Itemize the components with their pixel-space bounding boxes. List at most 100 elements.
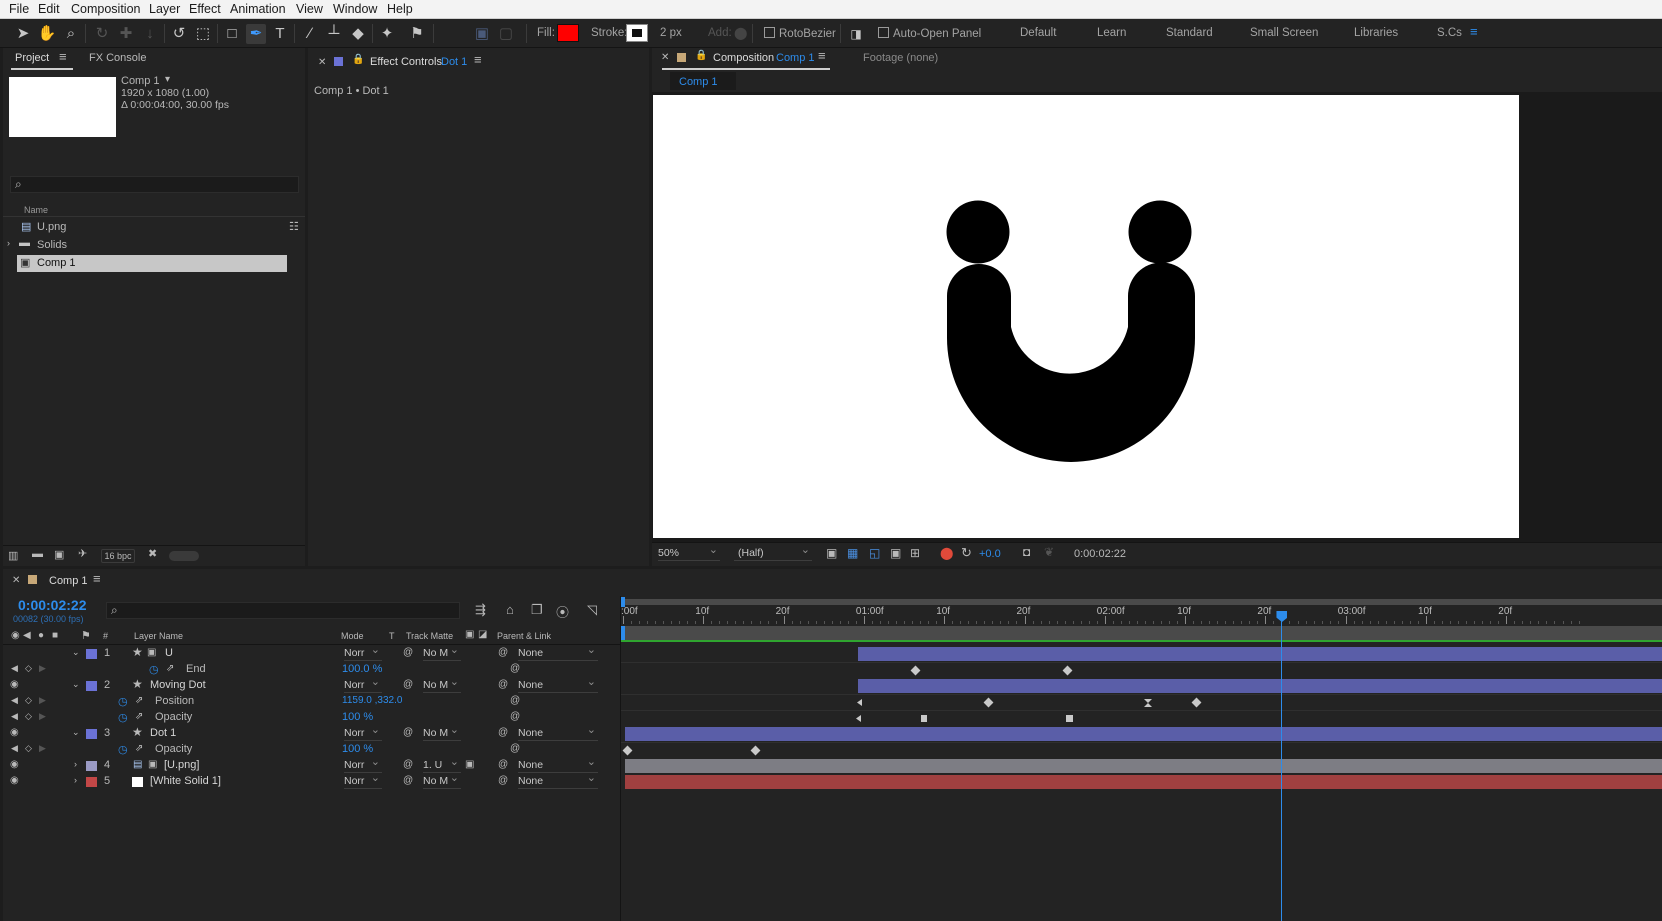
track-matte-dropdown[interactable]: No M	[423, 771, 461, 789]
track-matte-dropdown[interactable]: No M	[423, 675, 461, 693]
lock-icon[interactable]: 🔒	[352, 54, 364, 65]
matte-pickwhip-icon[interactable]: @	[403, 775, 413, 786]
expression-pickwhip-icon[interactable]: @	[510, 711, 520, 722]
keyframe[interactable]	[856, 715, 861, 722]
layer-duration-bar[interactable]	[625, 775, 1662, 789]
keyframe[interactable]	[1062, 665, 1073, 676]
prev-keyframe-icon[interactable]: ◀	[11, 711, 18, 722]
matte-pickwhip-icon[interactable]: @	[403, 759, 413, 770]
grid-guides-icon[interactable]: ⊞	[910, 546, 920, 560]
comp-mini-flowchart-icon[interactable]: ⇶	[475, 602, 486, 618]
expression-pickwhip-icon[interactable]: @	[510, 695, 520, 706]
region-of-interest-icon[interactable]: ▣	[890, 546, 901, 560]
zoom-tool-icon[interactable]: ⌕	[61, 24, 81, 44]
stroke-label[interactable]: Stroke:	[591, 27, 627, 39]
tab-fx-console[interactable]: FX Console	[89, 52, 146, 64]
visibility-eye-icon[interactable]: ◉	[10, 727, 19, 738]
keyframe[interactable]	[983, 697, 994, 708]
property-value[interactable]: 1159.0 ,332.0	[342, 695, 402, 706]
trash-icon[interactable]: ✖	[148, 547, 157, 560]
footage-tab[interactable]: Footage (none)	[863, 52, 938, 64]
roto-brush-tool-icon[interactable]: ✦	[377, 24, 397, 44]
effect-controls-layer[interactable]: Dot 1	[441, 56, 467, 68]
add-keyframe-icon[interactable]: ◇	[25, 695, 32, 706]
layer-row[interactable]: ◉ ⌄ 3 ★ Dot 1 Norr @ No M @ None	[3, 723, 623, 742]
label-tag-icon[interactable]: ⚑	[81, 629, 91, 642]
show-snapshot-icon[interactable]: ❦	[1044, 545, 1054, 559]
time-graph[interactable]: :00f 10f 20f 01:00f 10f 20f 02:00f 10f 20f 03:00f…	[620, 596, 1662, 921]
keyframe[interactable]	[910, 665, 921, 676]
menu-window[interactable]: Window	[333, 2, 377, 16]
visibility-eye-icon[interactable]: ◉	[10, 775, 19, 786]
composition-tab-name[interactable]: Comp 1	[776, 52, 815, 64]
property-value[interactable]: 100 %	[342, 711, 373, 723]
property-value[interactable]: 100 %	[342, 743, 373, 755]
keyframe[interactable]	[1191, 697, 1202, 708]
next-keyframe-icon[interactable]: ▶	[39, 743, 46, 754]
timeline-tab[interactable]: Comp 1	[49, 575, 88, 587]
workspace-active[interactable]: S.Cs	[1437, 27, 1462, 39]
fill-label[interactable]: Fill:	[537, 27, 555, 39]
expression-pickwhip-icon[interactable]: @	[510, 743, 520, 754]
add-keyframe-icon[interactable]: ◇	[25, 711, 32, 722]
layer-name[interactable]: [White Solid 1]	[150, 775, 221, 787]
interpret-footage-icon[interactable]: ▥	[8, 549, 18, 562]
channel-icon[interactable]: ⬤	[940, 546, 953, 560]
brush-tool-icon[interactable]: ∕	[300, 24, 320, 44]
layer-duration-bar[interactable]	[858, 679, 1662, 693]
matte-icon[interactable]: ▣	[465, 759, 474, 770]
timeline-current-time[interactable]: 0:00:02:22	[18, 597, 87, 613]
layer-duration-bar[interactable]	[625, 727, 1662, 741]
expression-pickwhip-icon[interactable]: @	[510, 663, 520, 674]
pan-behind-tool-icon[interactable]: ⬚	[193, 24, 213, 44]
graph-icon[interactable]: ⇗	[135, 711, 143, 722]
timeline-search-input[interactable]: ⌕	[106, 602, 460, 619]
parent-dropdown[interactable]: None	[518, 675, 598, 693]
lock-icon[interactable]: ■	[52, 630, 58, 641]
keyframe[interactable]	[622, 745, 633, 756]
frame-blending-icon[interactable]: ⦿	[556, 602, 569, 621]
menu-effect[interactable]: Effect	[189, 2, 221, 16]
column-name-header[interactable]: Name	[24, 205, 48, 215]
fill-color-swatch[interactable]	[557, 24, 579, 42]
add-keyframe-icon[interactable]: ◇	[25, 663, 32, 674]
close-icon[interactable]: ✕	[12, 575, 20, 586]
keyframe[interactable]	[1144, 699, 1152, 707]
prev-keyframe-icon[interactable]: ◀	[11, 743, 18, 754]
property-row[interactable]: ◀ ◇ ▶ ◷ ⇗ Opacity 100 % @	[3, 742, 623, 758]
rotobezier-checkbox[interactable]: RotoBezier	[764, 27, 836, 40]
next-keyframe-icon[interactable]: ▶	[39, 663, 46, 674]
fast-preview-icon[interactable]: ▣	[826, 546, 837, 560]
orbit-tool-icon[interactable]: ↻	[92, 24, 112, 44]
layer-name[interactable]: U	[165, 647, 173, 659]
track-matte-dropdown[interactable]: No M	[423, 643, 461, 661]
workspace-libraries[interactable]: Libraries	[1354, 27, 1398, 39]
local-axis-icon[interactable]: ▣	[472, 24, 492, 44]
parent-pickwhip-icon[interactable]: @	[498, 775, 508, 786]
workspace-default[interactable]: Default	[1020, 27, 1056, 39]
visibility-eye-icon[interactable]: ◉	[10, 679, 19, 690]
render-queue-icon[interactable]: ✈	[78, 547, 87, 560]
snapshot-camera-icon[interactable]: ◘	[1023, 545, 1030, 559]
eraser-tool-icon[interactable]: ◆	[348, 24, 368, 44]
add-keyframe-icon[interactable]: ◇	[25, 743, 32, 754]
parent-pickwhip-icon[interactable]: @	[498, 679, 508, 690]
flowchart-icon[interactable]: ☷	[289, 220, 299, 233]
layer-row[interactable]: ⌄ 1 ★ ▣ U Norr @ No M @ None	[3, 643, 623, 662]
work-area-start-handle[interactable]	[621, 626, 625, 640]
parent-dropdown[interactable]: None	[518, 771, 598, 789]
align-panel-icon[interactable]: ◨	[846, 24, 866, 44]
bit-depth-button[interactable]: 16 bpc	[101, 549, 135, 563]
effect-controls-title[interactable]: Effect Controls	[370, 56, 442, 68]
next-keyframe-icon[interactable]: ▶	[39, 695, 46, 706]
project-search-input[interactable]: ⌕	[10, 176, 299, 193]
matte-pickwhip-icon[interactable]: @	[403, 647, 413, 658]
tab-project[interactable]: Project	[15, 52, 49, 64]
layer-row[interactable]: ◉ ⌄ 2 ★ Moving Dot Norr @ No M @ None	[3, 675, 623, 694]
puppet-tool-icon[interactable]: ⚑	[407, 24, 427, 44]
workspace-small-screen[interactable]: Small Screen	[1250, 27, 1318, 39]
dolly-tool-icon[interactable]: ↓	[140, 24, 160, 44]
video-toggle-icon[interactable]: ◉	[11, 630, 20, 641]
menu-help[interactable]: Help	[387, 2, 413, 16]
stopwatch-icon[interactable]: ◷	[149, 663, 159, 676]
